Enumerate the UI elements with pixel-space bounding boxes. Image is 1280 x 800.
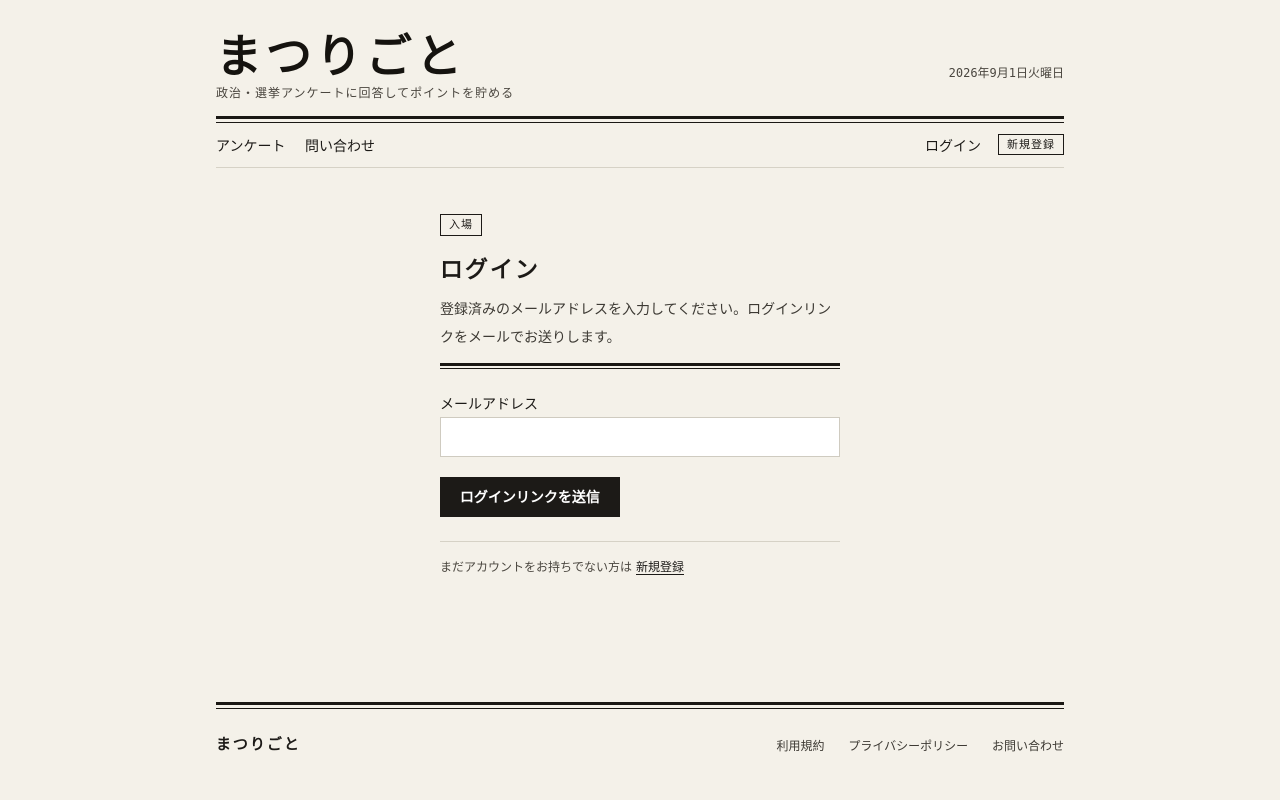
main-nav: アンケート 問い合わせ ログイン 新規登録 (216, 124, 1064, 168)
form-bottom-divider (440, 541, 840, 542)
footer-link-privacy[interactable]: プライバシーポリシー (848, 739, 968, 753)
form-divider (440, 363, 840, 369)
login-description: 登録済みのメールアドレスを入力してください。ログインリンクをメールでお送りします… (440, 302, 832, 346)
footer-logo[interactable]: まつりごと (216, 733, 301, 754)
site-logo[interactable]: まつりごと (216, 28, 466, 84)
send-login-link-button[interactable]: ログインリンクを送信 (440, 477, 620, 517)
email-label: メールアドレス (440, 397, 538, 413)
footer-link-terms[interactable]: 利用規約 (777, 739, 825, 753)
login-panel: 入場 ログイン 登録済みのメールアドレスを入力してください。ログインリンクをメー… (440, 213, 840, 575)
footer-links: 利用規約 プライバシーポリシー お問い合わせ (757, 737, 1064, 754)
header-divider (216, 116, 1064, 123)
site-tagline: 政治・選挙アンケートに回答してポイントを貯める (216, 86, 515, 100)
signup-prompt-text: まだアカウントをお持ちでない方は (440, 560, 633, 574)
signup-link[interactable]: 新規登録 (636, 560, 685, 575)
email-field[interactable] (440, 417, 840, 457)
page-title: ログイン (440, 256, 540, 283)
current-date: 2026年9月1日火曜日 (948, 66, 1064, 80)
nav-survey[interactable]: アンケート (216, 136, 285, 156)
signup-prompt-row: まだアカウントをお持ちでない方は 新規登録 (440, 558, 685, 575)
nav-contact[interactable]: 問い合わせ (305, 136, 375, 156)
nav-login[interactable]: ログイン (925, 136, 981, 156)
footer-divider (216, 702, 1064, 709)
footer-link-contact[interactable]: お問い合わせ (992, 739, 1064, 753)
section-badge: 入場 (440, 214, 482, 236)
register-button[interactable]: 新規登録 (998, 134, 1064, 155)
